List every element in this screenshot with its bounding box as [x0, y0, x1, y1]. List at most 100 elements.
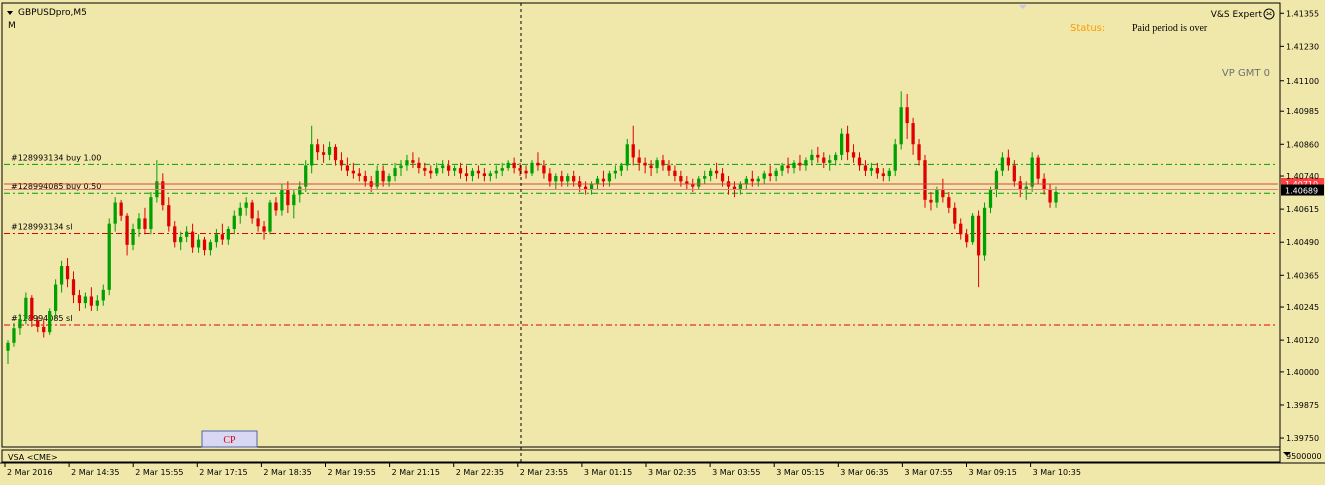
candle-body: [768, 173, 772, 177]
x-tick-label: 3 Mar 05:15: [776, 468, 824, 477]
candle-body: [744, 178, 749, 184]
candle-body: [494, 170, 498, 174]
candle-body: [315, 144, 320, 153]
candle-body: [95, 300, 99, 306]
candle-body: [411, 160, 415, 163]
candle-body: [89, 296, 94, 306]
chart-symbol-title: GBPUSDpro,M5: [18, 8, 87, 18]
candle-body: [71, 279, 76, 296]
candle-body: [310, 144, 314, 166]
candle-body: [244, 202, 248, 208]
candle-body: [905, 107, 909, 124]
candle-body: [417, 162, 421, 169]
candle-body: [631, 144, 635, 158]
candle-body: [988, 189, 993, 208]
candle-body: [994, 170, 999, 190]
x-tick-label: 3 Mar 09:15: [969, 468, 1017, 477]
cp-button[interactable]: CP: [201, 430, 258, 448]
candle-body: [839, 133, 844, 155]
candlestick-chart[interactable]: #128993134 buy 1.00#128994085 buy 0.50#1…: [0, 0, 1325, 485]
candle-body: [250, 202, 254, 219]
candle-body: [518, 168, 522, 171]
candle-body: [476, 170, 481, 174]
candle-body: [131, 228, 135, 245]
chart-mode-label: M: [8, 21, 16, 31]
y-tick-label: 1.41355: [1286, 9, 1319, 18]
candle-body: [482, 173, 487, 177]
candle-body: [1006, 157, 1011, 166]
candle-body: [321, 152, 326, 155]
candle-body: [965, 234, 969, 243]
candle-body: [625, 144, 629, 166]
candle-body: [613, 170, 618, 174]
candle-body: [179, 236, 183, 243]
candle-body: [572, 176, 576, 182]
candle-body: [83, 296, 88, 304]
x-tick-label: 2 Mar 15:55: [135, 468, 183, 477]
x-tick-label: 3 Mar 06:35: [840, 468, 888, 477]
candle-body: [1054, 191, 1058, 203]
candle-body: [589, 183, 594, 190]
candle-body: [619, 165, 623, 171]
candle-body: [298, 186, 302, 195]
candle-body: [970, 215, 975, 243]
candle-body: [828, 160, 832, 163]
indicator-scale-value: 9500000: [1286, 452, 1322, 461]
candle-body: [125, 215, 129, 245]
vp-gmt-label: VP GMT 0: [1222, 68, 1270, 79]
y-tick-label: 1.39875: [1286, 401, 1319, 410]
candle-body: [161, 181, 165, 206]
candle-body: [863, 165, 868, 171]
candle-body: [405, 160, 409, 166]
candle-body: [345, 165, 350, 171]
chart-window: #128993134 buy 1.00 #128994085 buy 0.50 #1…: [0, 0, 1325, 485]
candle-body: [208, 242, 213, 251]
x-tick-label: 2 Mar 19:55: [328, 468, 376, 477]
candle-body: [113, 202, 117, 224]
candle-body: [173, 226, 177, 243]
candle-body: [381, 170, 385, 182]
candle-body: [119, 202, 123, 216]
candle-body: [929, 199, 933, 203]
candle-body: [893, 144, 897, 171]
current-price-label: 1.40689: [1285, 187, 1318, 196]
candle-body: [351, 170, 356, 174]
candle-body: [953, 207, 957, 224]
candle-body: [935, 189, 939, 203]
candle-body: [661, 160, 665, 166]
y-tick-label: 1.40245: [1286, 303, 1319, 312]
x-tick-label: 2 Mar 21:15: [392, 468, 440, 477]
candle-body: [708, 170, 713, 177]
candle-body: [917, 144, 921, 161]
candle-body: [30, 297, 34, 321]
candle-body: [458, 168, 463, 174]
candle-body: [750, 178, 754, 182]
order-label: #128993134 sl: [11, 222, 72, 231]
candle-body: [566, 176, 570, 182]
candle-body: [1036, 157, 1040, 179]
candle-body: [524, 170, 528, 174]
candle-body: [560, 176, 564, 182]
candle-body: [274, 202, 278, 211]
candle-body: [464, 173, 469, 177]
candle-body: [655, 160, 659, 169]
candle-body: [601, 178, 606, 182]
candle-body: [232, 215, 236, 229]
candle-body: [607, 173, 612, 182]
x-tick-label: 2 Mar 23:55: [520, 468, 568, 477]
y-tick-label: 1.40365: [1286, 271, 1319, 280]
y-tick-label: 1.40615: [1286, 205, 1319, 214]
candle-body: [798, 162, 802, 166]
candle-body: [548, 173, 552, 182]
candle-body: [637, 157, 641, 163]
candle-body: [536, 162, 540, 166]
candle-body: [732, 186, 737, 190]
status-label: Status:: [1070, 23, 1105, 34]
x-tick-label: 3 Mar 01:15: [584, 468, 632, 477]
candle-body: [6, 342, 10, 351]
candle-body: [488, 173, 492, 177]
candle-body: [441, 165, 445, 169]
candle-body: [220, 234, 225, 240]
candle-body: [947, 197, 951, 208]
candle-body: [1012, 165, 1016, 182]
